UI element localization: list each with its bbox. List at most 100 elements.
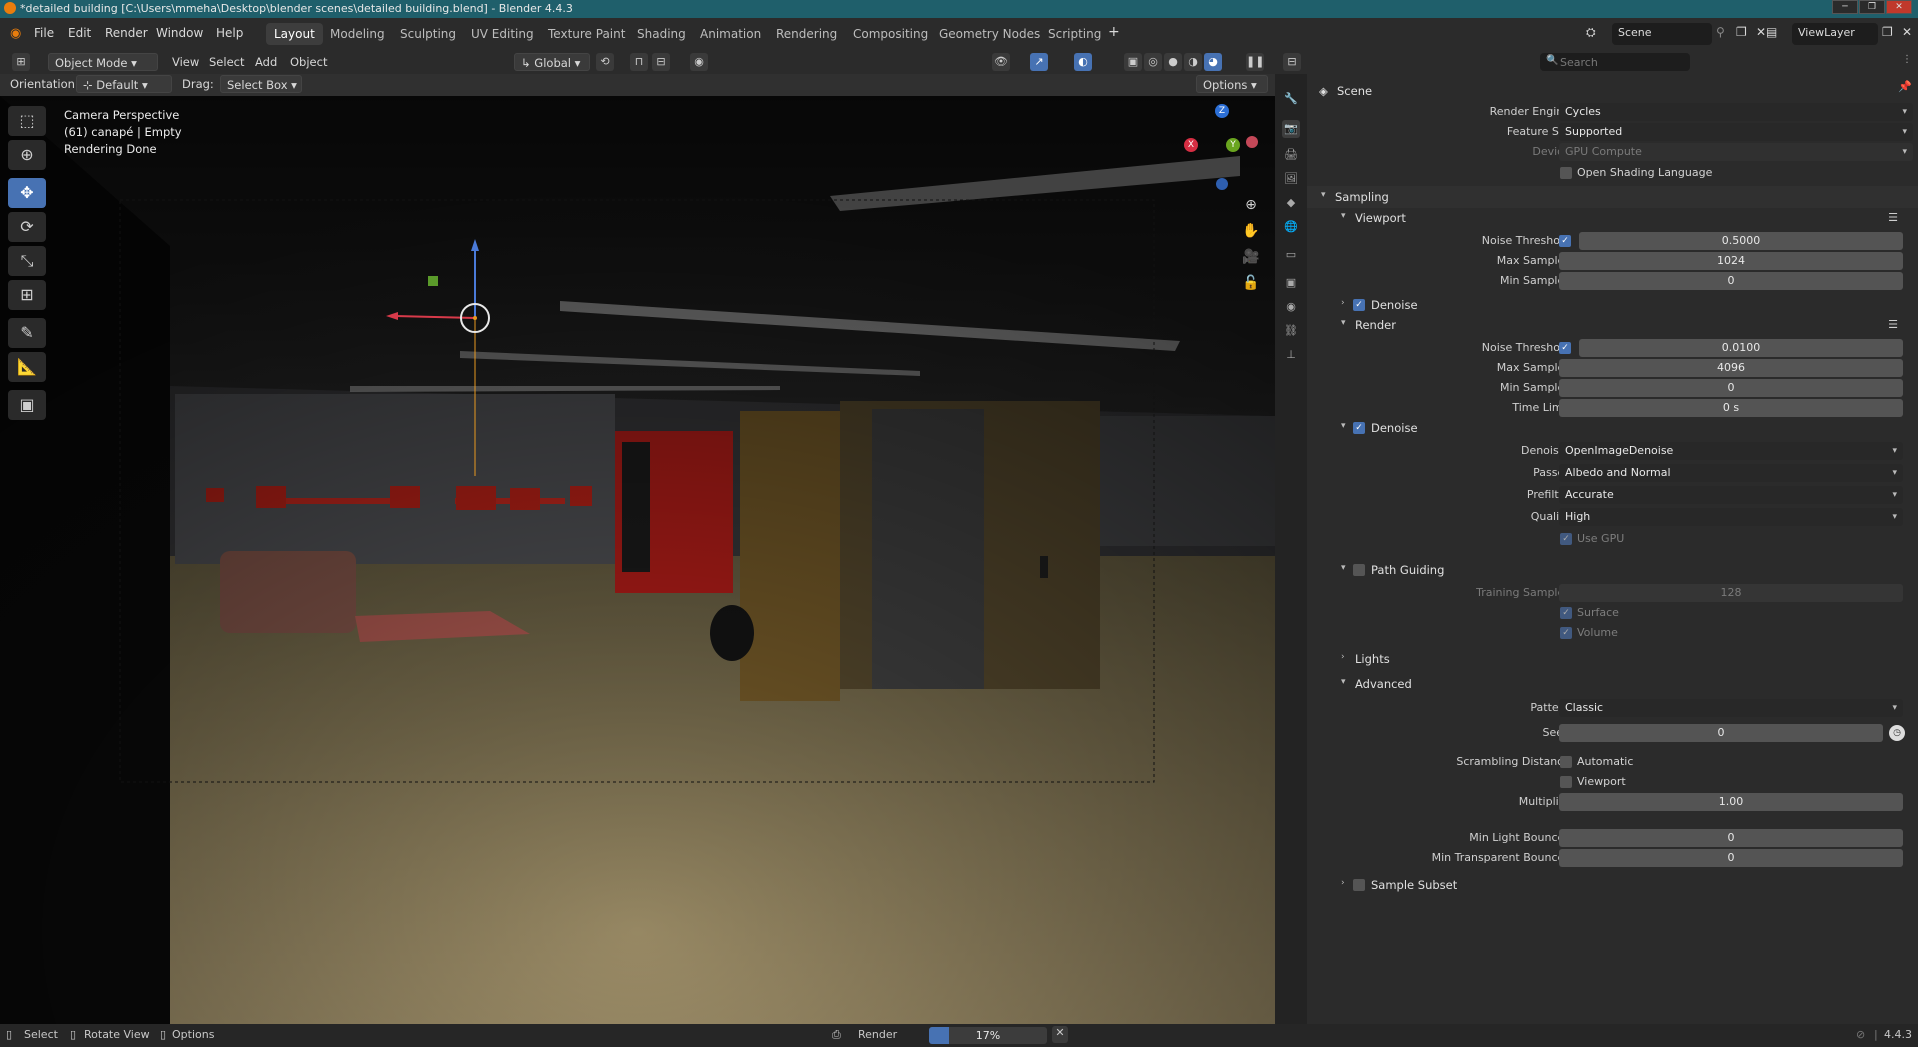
render-subsection-header[interactable]: ▾ Render ☰ (1307, 314, 1918, 336)
new-scene-icon[interactable]: ❐ (1736, 25, 1747, 39)
menu-file[interactable]: File (34, 26, 54, 40)
tab-layout[interactable]: Layout (266, 23, 323, 45)
tab-sculpting[interactable]: Sculpting (392, 23, 464, 45)
render-max-samples-field[interactable]: 4096 (1559, 359, 1903, 377)
scrambling-viewport-checkbox[interactable]: ✓ (1560, 776, 1572, 788)
advanced-header[interactable]: ▾ Advanced (1307, 673, 1918, 695)
panel-options-icon[interactable]: ⋮ (1902, 54, 1912, 65)
training-samples-field[interactable]: 128 (1559, 584, 1903, 602)
tab-compositing[interactable]: Compositing (845, 23, 936, 45)
multiplier-field[interactable]: 1.00 (1559, 793, 1903, 811)
gizmo-axis-neg-z[interactable] (1216, 178, 1228, 190)
rendered-shading-icon[interactable]: ◕ (1204, 53, 1222, 71)
menu-view[interactable]: View (166, 53, 205, 71)
output-tab-icon[interactable]: 🖨 (1282, 146, 1300, 164)
quality-dropdown[interactable]: High ▾ (1559, 508, 1903, 526)
scale-tool-icon[interactable]: ⤡ (8, 246, 46, 276)
use-gpu-checkbox[interactable]: ✓ (1560, 533, 1572, 545)
cancel-render-button[interactable]: ✕ (1052, 1026, 1068, 1043)
visibility-icon[interactable]: 👁 (992, 53, 1010, 71)
denoiser-dropdown[interactable]: OpenImageDenoise ▾ (1559, 442, 1903, 460)
orientation-dropdown[interactable]: ⊹ Default ▾ (76, 75, 172, 93)
measure-tool-icon[interactable]: 📐 (8, 352, 46, 382)
collection-tab-icon[interactable]: ▭ (1282, 246, 1300, 264)
viewport-subsection-header[interactable]: ▾ Viewport ☰ (1307, 207, 1918, 229)
viewlayer-name-field[interactable]: ViewLayer (1792, 23, 1878, 45)
path-guiding-checkbox[interactable]: ✓ (1353, 564, 1365, 576)
min-light-bounces-field[interactable]: 0 (1559, 829, 1903, 847)
pivot-icon[interactable]: ⟲ (596, 53, 614, 71)
viewport-noise-threshold-checkbox[interactable]: ✓ (1559, 235, 1571, 247)
tab-modeling[interactable]: Modeling (322, 23, 393, 45)
annotate-tool-icon[interactable]: ✎ (8, 318, 46, 348)
camera-view-icon[interactable]: 🎥 (1240, 246, 1262, 268)
blender-menu-icon[interactable]: ◉ (10, 26, 21, 41)
constraints-tab-icon[interactable]: ⛓ (1282, 322, 1300, 340)
navigation-gizmo[interactable]: Z X Y (1182, 104, 1262, 190)
physics-tab-icon[interactable]: ◉ (1282, 298, 1300, 316)
tool-tab-icon[interactable]: 🔧 (1282, 90, 1300, 108)
passes-dropdown[interactable]: Albedo and Normal ▾ (1559, 464, 1903, 482)
viewlayer-selector-icon[interactable]: ▤ (1766, 25, 1777, 39)
pin-context-icon[interactable]: 📌 (1898, 80, 1912, 93)
delete-scene-icon[interactable]: ✕ (1756, 25, 1766, 39)
gizmo-axis-z[interactable]: Z (1215, 104, 1229, 118)
scene-tab-icon[interactable]: ◆ (1282, 194, 1300, 212)
seed-field[interactable]: 0 (1559, 724, 1883, 742)
solid-shading-icon[interactable]: ● (1164, 53, 1182, 71)
zoom-icon[interactable]: ⊕ (1240, 194, 1262, 216)
transform-orientation-dropdown[interactable]: ↳ Global ▾ (514, 53, 590, 71)
snap-icon[interactable]: ⊓ (630, 53, 648, 71)
tab-shading[interactable]: Shading (629, 23, 694, 45)
viewport-denoise-header[interactable]: › ✓ Denoise (1307, 294, 1918, 316)
add-cube-tool-icon[interactable]: ▣ (8, 390, 46, 420)
render-time-limit-field[interactable]: 0 s (1559, 399, 1903, 417)
presets-list-icon[interactable]: ☰ (1888, 211, 1898, 224)
pause-render-icon[interactable]: ❚❚ (1246, 53, 1264, 71)
lights-header[interactable]: › Lights (1307, 648, 1918, 670)
view-layer-tab-icon[interactable]: 🖼 (1282, 170, 1300, 188)
cursor-tool-icon[interactable]: ⊕ (8, 140, 46, 170)
viewport-denoise-checkbox[interactable]: ✓ (1353, 299, 1365, 311)
random-seed-clock-icon[interactable]: ◷ (1889, 725, 1905, 741)
scene-name-field[interactable]: Scene (1612, 23, 1712, 45)
viewport-noise-threshold-field[interactable]: 0.5000 (1579, 232, 1903, 250)
pin-icon[interactable]: ⚲ (1716, 25, 1725, 39)
sampling-section-header[interactable]: ▾ Sampling (1307, 186, 1918, 208)
material-shading-icon[interactable]: ◑ (1184, 53, 1202, 71)
gizmo-axis-y[interactable]: Y (1226, 138, 1240, 152)
menu-render[interactable]: Render (105, 26, 148, 40)
tab-animation[interactable]: Animation (692, 23, 769, 45)
render-denoise-header[interactable]: ▾ ✓ Denoise (1307, 417, 1918, 439)
minimize-button[interactable]: ─ (1832, 0, 1858, 14)
menu-object[interactable]: Object (284, 53, 333, 71)
gizmo-axis-neg-x[interactable] (1246, 136, 1258, 148)
menu-add[interactable]: Add (249, 53, 283, 71)
properties-editor-icon[interactable]: ⊟ (1283, 53, 1301, 71)
osl-checkbox[interactable]: ✓ (1560, 167, 1572, 179)
wireframe-shading-icon[interactable]: ◎ (1144, 53, 1162, 71)
mode-dropdown[interactable]: Object Mode ▾ (48, 53, 158, 71)
presets-list-icon[interactable]: ☰ (1888, 318, 1898, 331)
xray-icon[interactable]: ▣ (1124, 53, 1142, 71)
device-dropdown[interactable]: GPU Compute ▾ (1559, 143, 1913, 161)
tab-uv-editing[interactable]: UV Editing (463, 23, 542, 45)
gizmo-axis-x[interactable]: X (1184, 138, 1198, 152)
select-box-tool-icon[interactable]: ⬚ (8, 106, 46, 136)
prefilter-dropdown[interactable]: Accurate ▾ (1559, 486, 1903, 504)
render-denoise-checkbox[interactable]: ✓ (1353, 422, 1365, 434)
sample-subset-checkbox[interactable]: ✓ (1353, 879, 1365, 891)
tab-texture-paint[interactable]: Texture Paint (540, 23, 633, 45)
drag-dropdown[interactable]: Select Box ▾ (220, 75, 302, 93)
viewport-min-samples-field[interactable]: 0 (1559, 272, 1903, 290)
world-tab-icon[interactable]: 🌐 (1282, 218, 1300, 236)
path-guiding-header[interactable]: ▾ ✓ Path Guiding (1307, 559, 1918, 581)
object-tab-icon[interactable]: ▣ (1282, 274, 1300, 292)
new-viewlayer-icon[interactable]: ❐ (1882, 25, 1893, 39)
tab-geometry-nodes[interactable]: Geometry Nodes (931, 23, 1048, 45)
options-dropdown[interactable]: Options ▾ (1196, 75, 1268, 93)
transform-tool-icon[interactable]: ⊞ (8, 280, 46, 310)
pattern-dropdown[interactable]: Classic ▾ (1559, 699, 1903, 717)
surface-checkbox[interactable]: ✓ (1560, 607, 1572, 619)
menu-edit[interactable]: Edit (68, 26, 91, 40)
